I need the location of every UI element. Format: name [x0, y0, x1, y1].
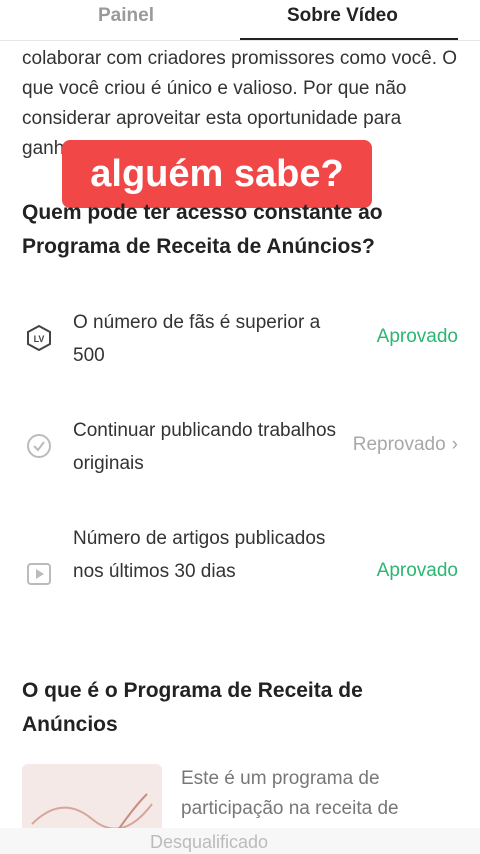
tab-painel[interactable]: Painel — [98, 5, 154, 27]
status-approved: Aprovado — [376, 326, 458, 347]
lv-badge-icon: LV — [25, 324, 53, 352]
status-rejected-label: Reprovado — [352, 434, 446, 455]
active-tab-indicator — [240, 38, 458, 40]
tab-sobre-video[interactable]: Sobre Vídeo — [287, 5, 398, 27]
program-description: Este é um programa de participação na re… — [181, 768, 399, 819]
chevron-right-icon: › — [451, 434, 458, 455]
tab-bar: Painel Sobre Vídeo — [0, 0, 480, 41]
requirement-fans: LV O número de fãs é superior a 500 Apro… — [0, 306, 480, 386]
svg-text:LV: LV — [34, 334, 45, 344]
video-icon — [25, 560, 53, 588]
original-icon — [25, 432, 53, 460]
requirement-articles: Número de artigos publicados nos últimos… — [0, 522, 480, 602]
requirement-text: Continuar publicando trabalhos originais — [73, 420, 337, 474]
program-title: O que é o Programa de Receita de Anúncio… — [22, 679, 363, 736]
eligibility-title: Quem pode ter acesso constante ao Progra… — [22, 201, 383, 258]
requirement-original[interactable]: Continuar publicando trabalhos originais… — [0, 414, 480, 494]
status-rejected[interactable]: Reprovado › — [353, 434, 458, 456]
requirement-text: Número de artigos publicados nos últimos… — [73, 528, 326, 582]
requirement-text: O número de fãs é superior a 500 — [73, 312, 321, 366]
status-approved: Aprovado — [376, 560, 458, 581]
disqualified-label: Desqualificado — [150, 832, 269, 852]
